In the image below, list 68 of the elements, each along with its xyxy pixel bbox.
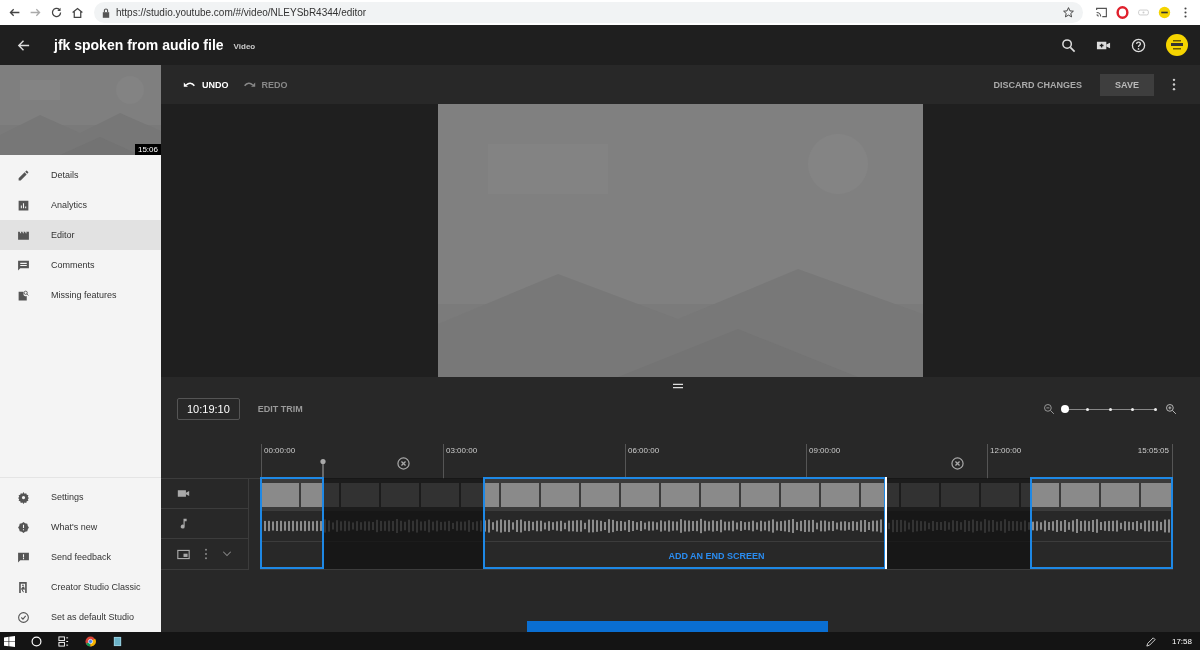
alert-icon xyxy=(17,520,30,534)
opera-icon[interactable] xyxy=(1116,6,1129,19)
reload-icon[interactable] xyxy=(50,6,63,19)
edit-trim-button[interactable]: EDIT TRIM xyxy=(255,400,305,418)
discard-changes-button[interactable]: DISCARD CHANGES xyxy=(991,75,1084,94)
app-icon[interactable] xyxy=(112,635,123,647)
undo-button[interactable]: UNDO xyxy=(181,75,231,94)
lock-icon xyxy=(102,7,110,18)
search-circle-icon[interactable] xyxy=(31,635,42,647)
ruler-label: 12:00:00 xyxy=(990,446,1022,455)
help-icon[interactable] xyxy=(1131,37,1146,53)
nav-item[interactable]: Missing features xyxy=(0,280,161,310)
ruler-label: 06:00:00 xyxy=(628,446,660,455)
remove-cut-icon[interactable] xyxy=(951,457,964,470)
back-icon[interactable] xyxy=(8,6,21,19)
nav-item[interactable]: Send feedback xyxy=(0,542,161,572)
task-view-icon[interactable] xyxy=(58,635,69,647)
trim-frame[interactable] xyxy=(260,477,324,569)
ruler-label: 15:05:05 xyxy=(1137,446,1169,455)
star-icon[interactable] xyxy=(1062,6,1075,19)
document-search-icon xyxy=(17,288,30,302)
remove-cut-icon[interactable] xyxy=(397,457,410,470)
zoom-in-icon[interactable] xyxy=(1165,403,1177,415)
time-field[interactable]: 10:19:10 xyxy=(177,398,240,420)
ruler-label: 03:00:00 xyxy=(446,446,478,455)
slider-thumb[interactable] xyxy=(1061,405,1069,413)
channel-avatar-icon[interactable] xyxy=(1166,34,1188,56)
nav-item[interactable]: Analytics xyxy=(0,190,161,220)
end-screen-icon xyxy=(177,548,190,560)
ruler-label: 00:00:00 xyxy=(264,446,296,455)
pencil-icon xyxy=(17,168,30,182)
ruler-label: 09:00:00 xyxy=(809,446,841,455)
duration-badge: 15:06 xyxy=(134,144,161,155)
profile-avatar-icon[interactable] xyxy=(1158,6,1171,19)
feedback-icon xyxy=(17,550,30,564)
chevron-down-icon[interactable] xyxy=(222,551,232,557)
taskbar-clock: 17:58 xyxy=(1171,636,1192,646)
windows-start-icon[interactable] xyxy=(4,635,15,647)
bar-chart-icon xyxy=(17,198,30,212)
nav-item[interactable]: Set as default Studio xyxy=(0,602,161,632)
chrome-icon[interactable] xyxy=(85,635,96,647)
cast-icon[interactable] xyxy=(1095,6,1108,19)
video-camera-icon xyxy=(177,488,190,499)
video-type-label: Video xyxy=(233,42,256,51)
pen-icon[interactable] xyxy=(1144,635,1156,647)
trim-frame[interactable] xyxy=(483,477,886,569)
video-title: jfk spoken from audio file xyxy=(54,37,224,53)
search-icon[interactable] xyxy=(1061,37,1076,53)
playhead-marker[interactable] xyxy=(320,458,326,479)
save-button[interactable]: SAVE xyxy=(1100,73,1154,96)
add-end-screen-button[interactable]: ADD AN END SCREEN xyxy=(664,547,769,564)
drag-handle-icon[interactable] xyxy=(672,383,683,389)
settings-icon xyxy=(17,490,30,504)
nav-item[interactable]: Editor xyxy=(0,220,161,250)
url-text: https://studio.youtube.com/#/video/NLEYSbR4344/editor xyxy=(116,7,367,18)
nav-item[interactable]: Comments xyxy=(0,250,161,280)
comment-icon xyxy=(17,258,30,272)
check-circle-icon xyxy=(17,610,30,624)
home-icon[interactable] xyxy=(71,6,84,19)
nav-item[interactable]: Creator Studio Classic xyxy=(0,572,161,602)
trim-frame[interactable] xyxy=(1030,477,1173,569)
nav-item[interactable]: What's new xyxy=(0,512,161,542)
address-bar[interactable]: https://studio.youtube.com/#/video/NLEYSbR4344/editor xyxy=(94,2,1083,23)
more-options-icon[interactable] xyxy=(1172,78,1176,91)
nav-item[interactable]: Details xyxy=(0,160,161,190)
nav-item[interactable]: Settings xyxy=(0,482,161,512)
zoom-out-icon[interactable] xyxy=(1043,403,1055,415)
exit-icon xyxy=(17,580,30,594)
